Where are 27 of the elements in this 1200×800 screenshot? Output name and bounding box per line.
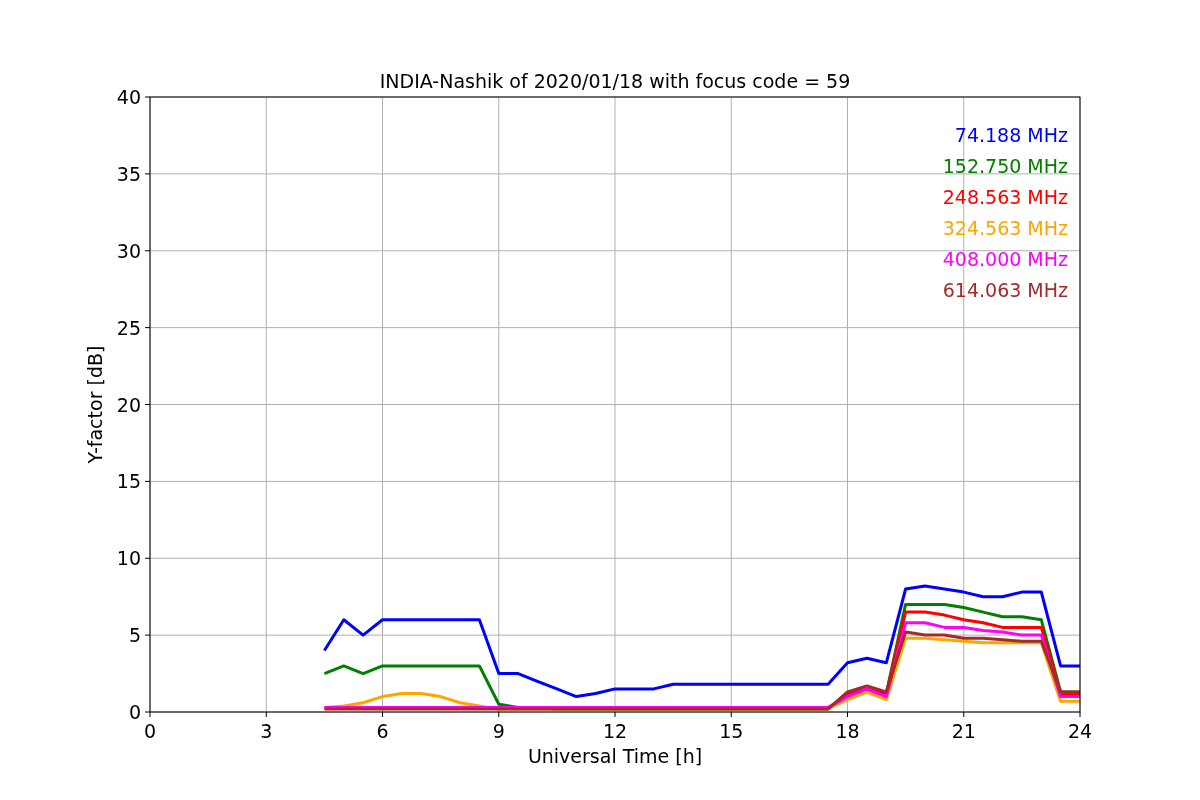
legend-label: 152.750 MHz [942,155,1068,177]
legend-label: 614.063 MHz [942,279,1068,301]
tick-label: 0 [128,701,141,723]
tick-label: 12 [602,720,628,742]
tick-label: 30 [116,239,141,262]
axis-label: Y-factor [dB] [84,345,106,464]
tick-label: 20 [116,393,141,416]
tick-label: 40 [116,86,141,108]
tick-label: 24 [1067,720,1093,742]
axis-label: Universal Time [h] [527,745,703,767]
legend-label: 248.563 MHz [942,186,1068,208]
tick-label: 15 [719,720,744,742]
tick-label: 9 [492,720,505,742]
tick-label: 3 [260,720,273,742]
tick-label: 25 [116,316,141,339]
tick-label: 35 [116,162,141,185]
chart-title: INDIA-Nashik of 2020/01/18 with focus code = 59 [379,70,851,92]
legend-label: 324.563 MHz [942,217,1068,239]
tick-label: 5 [128,624,141,647]
tick-label: 18 [835,720,860,742]
legend-label: 408.000 MHz [942,248,1068,270]
tick-label: 0 [143,720,157,742]
tick-label: 21 [951,720,976,742]
legend-label: 74.188 MHz [954,124,1068,146]
tick-label: 6 [376,720,389,742]
tick-label: 15 [116,470,141,493]
tick-label: 10 [116,547,141,570]
